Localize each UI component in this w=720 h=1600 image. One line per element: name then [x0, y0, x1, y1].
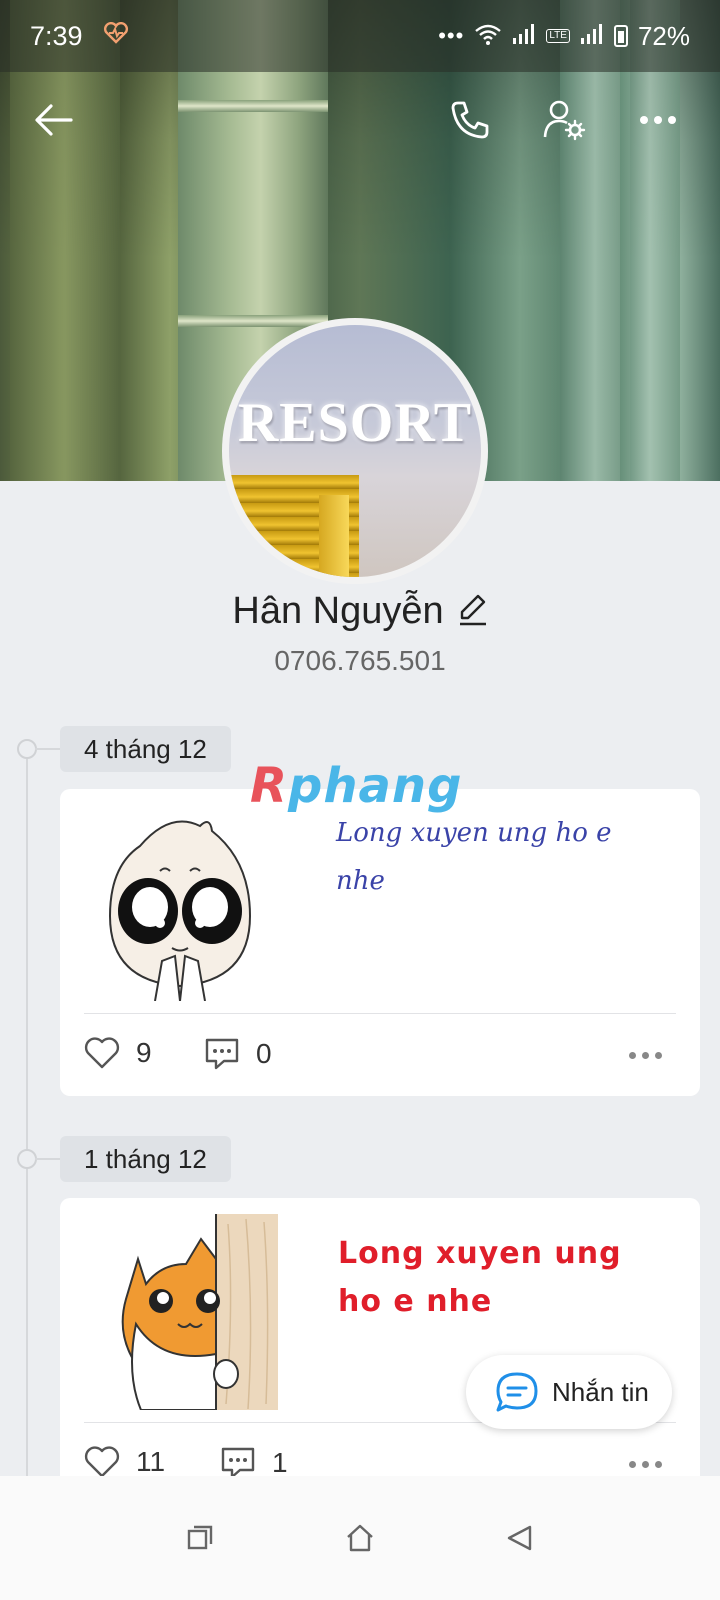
battery-percent: 72%: [637, 20, 690, 51]
comment-count: 0: [256, 1038, 272, 1069]
edit-name-button[interactable]: [458, 592, 488, 631]
profile-name-row: Hân Nguyễn: [0, 590, 720, 633]
post-text-line: Long xuyen ung ho e: [336, 818, 612, 848]
watermark-r: R: [250, 758, 288, 814]
status-time: 7:39: [30, 20, 83, 51]
chat-bubble-icon: [496, 1372, 538, 1412]
comment-icon: [221, 1447, 255, 1479]
sticker-image: [100, 811, 260, 1006]
post-text-line: nhe: [336, 866, 385, 896]
avatar-image: RESORT: [229, 325, 481, 577]
heart-icon: [84, 1446, 120, 1478]
avatar[interactable]: RESORT: [222, 318, 488, 584]
profile-name: Hân Nguyễn: [232, 590, 444, 632]
more-dot: [642, 1052, 649, 1059]
heart-icon: [84, 1037, 120, 1069]
post-more-button[interactable]: [629, 1461, 662, 1468]
more-horizontal-icon: [640, 116, 676, 124]
watermark-logo: Rphang: [250, 758, 462, 814]
back-nav-button[interactable]: [490, 1508, 550, 1568]
timeline-line: [26, 758, 28, 1518]
cover-bamboo: [620, 0, 680, 481]
more-dot: [629, 1052, 636, 1059]
wifi-icon: [474, 21, 502, 52]
system-nav-bar: [0, 1476, 720, 1600]
comment-button[interactable]: 0: [204, 1037, 272, 1071]
post-text-line: ho e nhe: [338, 1284, 493, 1319]
triangle-back-icon: [507, 1525, 532, 1551]
timeline-dot: [17, 739, 61, 759]
comment-button[interactable]: 1: [220, 1446, 288, 1480]
signal-icon: [580, 21, 604, 52]
post-text: Long xuyen ung ho e nhe: [338, 1230, 678, 1326]
signal-icon: [512, 21, 536, 52]
home-button[interactable]: [330, 1508, 390, 1568]
more-options-button[interactable]: [636, 98, 680, 142]
comment-count: 1: [272, 1447, 288, 1478]
call-button[interactable]: [448, 98, 492, 142]
like-button[interactable]: 9: [84, 1037, 152, 1069]
comment-icon: [205, 1038, 239, 1070]
health-icon: [103, 21, 129, 51]
post-card[interactable]: Long xuyen ung ho e nhe 9 0: [60, 789, 700, 1096]
back-button[interactable]: [32, 98, 76, 142]
sticker-image: [116, 1214, 286, 1415]
pencil-icon: [459, 594, 486, 626]
status-bar: 7:39 ••• LTE 72%: [0, 0, 720, 72]
avatar-sign-text: RESORT: [237, 392, 473, 454]
timeline-dot: [17, 1149, 61, 1169]
post-more-button[interactable]: [629, 1052, 662, 1059]
more-dot: [629, 1461, 636, 1468]
post-text: Long xuyen ung ho e nhe: [336, 809, 676, 905]
home-icon: [347, 1524, 373, 1552]
arrow-left-icon: [35, 104, 73, 136]
phone-icon: [451, 101, 489, 139]
post-date-chip: 4 tháng 12: [60, 726, 231, 772]
notification-dots: •••: [438, 23, 465, 48]
battery-icon: [613, 25, 628, 47]
cover-bamboo: [10, 0, 120, 481]
recents-button[interactable]: [170, 1508, 230, 1568]
bamboo-node: [178, 100, 328, 112]
user-settings-icon: [543, 100, 586, 141]
post-date-chip: 1 tháng 12: [60, 1136, 231, 1182]
like-button[interactable]: 11: [84, 1446, 165, 1478]
send-message-label: Nhắn tin: [552, 1376, 649, 1407]
like-count: 9: [136, 1037, 152, 1068]
lte-icon: LTE: [546, 29, 570, 43]
profile-settings-button[interactable]: [542, 98, 586, 142]
more-dot: [655, 1461, 662, 1468]
profile-phone: 0706.765.501: [274, 645, 446, 676]
more-dot: [655, 1052, 662, 1059]
post-card[interactable]: Long xuyen ung ho e nhe 11 1: [60, 1198, 700, 1498]
more-dot: [642, 1461, 649, 1468]
recents-icon: [187, 1525, 213, 1550]
watermark-rest: phang: [287, 758, 463, 814]
send-message-button[interactable]: Nhắn tin: [466, 1355, 672, 1429]
status-icons: ••• LTE 72%: [438, 21, 690, 52]
card-divider: [84, 1013, 676, 1014]
bamboo-node: [178, 315, 328, 327]
avatar-gold-decor: [319, 495, 349, 577]
like-count: 11: [136, 1446, 166, 1477]
post-text-line: Long xuyen ung: [338, 1236, 622, 1271]
